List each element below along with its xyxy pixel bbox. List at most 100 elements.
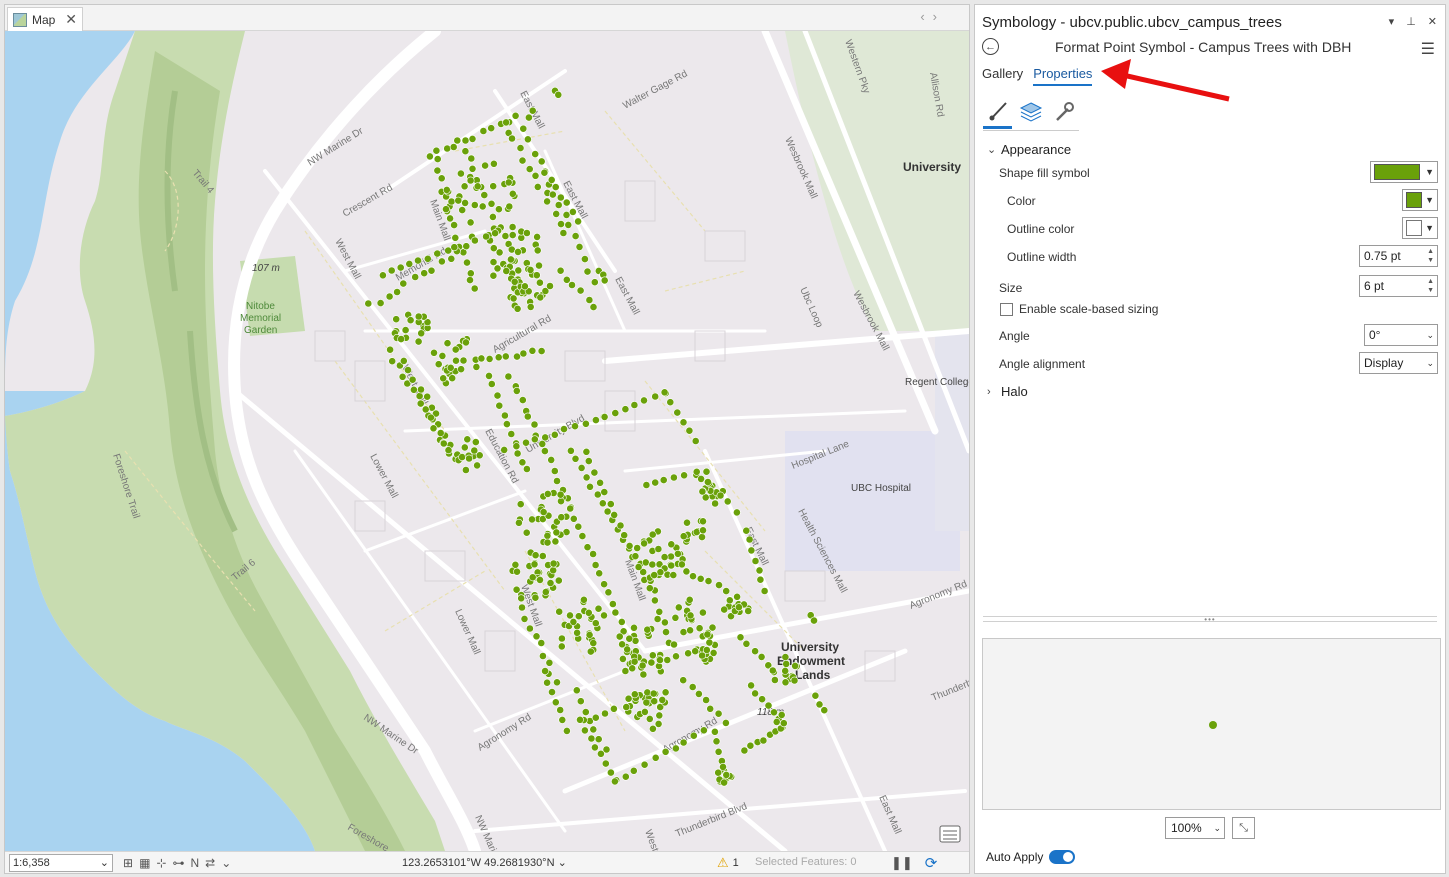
tree-point — [463, 258, 471, 267]
tree-point — [524, 135, 532, 144]
selected-features[interactable]: Selected Features: 0 — [755, 856, 857, 868]
tree-point — [557, 642, 566, 651]
tree-point — [406, 316, 415, 325]
tree-point — [600, 611, 608, 620]
tree-point — [468, 164, 477, 173]
tab-layers[interactable] — [1016, 95, 1045, 129]
tree-point — [641, 558, 650, 567]
tree-point — [488, 212, 497, 221]
chevron-down-icon[interactable]: ⌄ — [221, 856, 231, 870]
tree-point — [719, 763, 727, 771]
tree-point — [523, 465, 531, 473]
table-icon[interactable]: ▦ — [139, 856, 150, 870]
tree-point — [546, 282, 554, 290]
outline-color-label: Outline color — [1007, 222, 1075, 236]
tree-point — [414, 312, 423, 321]
halo-section[interactable]: › Halo — [987, 384, 1028, 399]
tree-point — [573, 628, 581, 637]
tree-point — [556, 706, 565, 714]
tree-point — [630, 623, 638, 632]
pane-splitter[interactable]: ••• — [983, 615, 1437, 624]
pin-icon[interactable]: ⊥ — [1406, 15, 1416, 28]
angle-alignment-select[interactable]: Display ⌄ — [1359, 352, 1438, 374]
preview-zoom-select[interactable]: 100% ⌄ — [1165, 817, 1225, 839]
tree-point — [554, 576, 563, 585]
scale-select[interactable]: 1:6,358 ⌄ — [9, 853, 113, 872]
outline-width-input[interactable]: 0.75 pt ▲ ▼ — [1359, 245, 1438, 267]
warning-count: 1 — [732, 857, 739, 869]
tree-point — [397, 335, 405, 343]
tree-point — [453, 136, 462, 145]
tree-point — [536, 293, 545, 302]
tree-point — [682, 567, 691, 576]
tree-point — [691, 437, 700, 445]
measure-icon[interactable]: ⊶ — [172, 856, 184, 870]
back-button[interactable]: ← — [982, 38, 999, 55]
tab-structure[interactable] — [1050, 95, 1079, 129]
tree-point — [449, 143, 458, 151]
tab-gallery[interactable]: Gallery — [982, 66, 1023, 86]
tree-point — [434, 360, 443, 369]
tree-point — [521, 282, 529, 291]
fit-preview-button[interactable]: ⤡ — [1232, 817, 1255, 839]
tree-point — [426, 413, 435, 422]
tree-point — [667, 540, 676, 549]
tab-symbol[interactable] — [983, 95, 1013, 129]
svg-text:University: University — [781, 640, 839, 654]
outline-color-picker[interactable]: ▼ — [1402, 217, 1438, 239]
close-icon[interactable]: ✕ — [65, 11, 77, 28]
tree-point — [695, 690, 703, 698]
spinner-icon[interactable]: ▲ ▼ — [1427, 277, 1437, 295]
tree-point — [601, 709, 609, 718]
map-tab[interactable]: Map ✕ — [7, 7, 83, 31]
scale-sizing-checkbox[interactable] — [1000, 303, 1013, 316]
size-input[interactable]: 6 pt ▲ ▼ — [1359, 275, 1438, 297]
refresh-icon[interactable]: ⟳ — [925, 854, 938, 872]
tab-nav-arrows[interactable]: ‹› — [920, 9, 945, 24]
tree-point — [443, 339, 452, 348]
coordinates-readout[interactable]: 123.2653101°W 49.2681930°N ⌄ — [402, 856, 567, 869]
pane-subtitle: Format Point Symbol - Campus Trees with … — [1055, 39, 1352, 55]
appearance-section[interactable]: ⌄ Appearance — [987, 142, 1071, 157]
tree-point — [463, 435, 472, 444]
angle-select[interactable]: 0° ⌄ — [1364, 324, 1438, 346]
tree-point — [563, 727, 571, 735]
tree-point — [543, 197, 551, 206]
tree-point — [468, 135, 477, 143]
tab-properties[interactable]: Properties — [1033, 66, 1093, 86]
wrench-icon — [1056, 102, 1075, 121]
tree-point — [399, 356, 408, 365]
tree-point — [466, 269, 475, 278]
color-label: Color — [1007, 194, 1036, 208]
tree-point — [548, 190, 557, 199]
tree-point — [640, 760, 649, 769]
pane-title-controls: ▾ ⊥ ✕ — [1389, 15, 1437, 28]
sync-icon[interactable]: ⇄ — [205, 856, 215, 870]
auto-apply-toggle[interactable] — [1049, 850, 1076, 864]
tree-point — [420, 269, 429, 278]
north-arrow-icon[interactable]: N — [190, 856, 199, 870]
tree-point — [547, 175, 556, 184]
tree-point — [518, 156, 527, 165]
grid-icon[interactable]: ⊞ — [123, 856, 133, 870]
svg-text:Memorial: Memorial — [240, 313, 281, 324]
map-contents-icon[interactable] — [939, 825, 961, 843]
shape-fill-picker[interactable]: ▼ — [1370, 161, 1438, 183]
chevron-down-icon[interactable]: ▾ — [1389, 15, 1395, 28]
warning-indicator[interactable]: ⚠ 1 — [717, 855, 739, 871]
tree-point — [660, 388, 669, 397]
tree-point — [510, 277, 519, 286]
tree-point — [758, 695, 766, 704]
color-picker[interactable]: ▼ — [1402, 189, 1438, 211]
map-canvas[interactable]: NW Marine Dr Walter Gage Rd East Mall We… — [5, 31, 969, 851]
snap-icon[interactable]: ⊹ — [156, 856, 166, 870]
spinner-icon[interactable]: ▲ ▼ — [1427, 247, 1437, 265]
tree-point — [759, 736, 768, 745]
tree-point — [536, 278, 544, 287]
tree-point — [740, 746, 749, 755]
halo-label: Halo — [1001, 384, 1028, 399]
menu-icon[interactable]: ☰ — [1421, 39, 1435, 59]
close-icon[interactable]: ✕ — [1428, 15, 1437, 28]
tree-point — [670, 640, 678, 649]
pause-icon[interactable]: ❚❚ — [891, 855, 913, 871]
